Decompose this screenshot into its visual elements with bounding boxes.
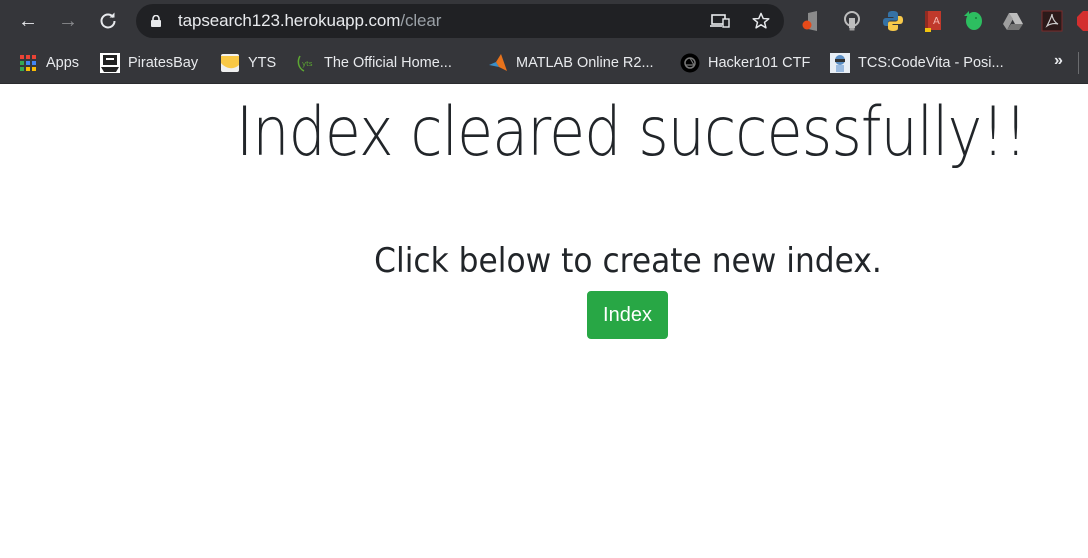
page-content: Index cleared successfully!! Click below… [0, 85, 1088, 558]
url-host: tapsearch123.herokuapp.com [178, 11, 401, 30]
svg-text:A: A [933, 16, 940, 27]
bookmark-piratesbay[interactable]: PiratesBay [100, 51, 198, 75]
bookmark-label: The Official Home... [324, 55, 452, 71]
browser-toolbar: ← → tapsearch123.herokuapp.com/clear A [0, 0, 1088, 42]
index-button[interactable]: Index [587, 291, 668, 339]
cast-device-icon[interactable] [710, 12, 730, 30]
bookmarks-separator [1078, 52, 1079, 74]
lock-icon [151, 15, 161, 27]
bookmark-star-icon[interactable] [751, 12, 771, 30]
book-icon[interactable]: A [922, 10, 944, 32]
bookmark-codevita[interactable]: TCS:CodeVita - Posi... [830, 51, 1004, 75]
apps-grid-icon [20, 55, 36, 71]
acrobat-icon[interactable] [1041, 10, 1063, 32]
hacker101-icon [680, 53, 700, 73]
google-drive-icon[interactable] [1002, 10, 1024, 32]
address-bar[interactable]: tapsearch123.herokuapp.com/clear [136, 4, 784, 38]
bookmark-label: Hacker101 CTF [708, 55, 811, 71]
yts-green-icon: yts [297, 55, 313, 72]
bookmark-label: MATLAB Online R2... [516, 55, 654, 71]
bookmark-label: YTS [248, 55, 277, 71]
reload-button[interactable] [94, 7, 122, 35]
bookmarks-bar: Apps PiratesBay YTS yts The Official Hom… [0, 42, 1088, 84]
bookmark-matlab[interactable]: MATLAB Online R2... [488, 51, 654, 75]
adblock-icon[interactable] [1076, 10, 1088, 32]
bookmark-label: TCS:CodeVita - Posi... [858, 55, 1004, 71]
forward-button[interactable]: → [54, 7, 82, 35]
bookmark-apps[interactable]: Apps [18, 51, 79, 75]
svg-text:yts: yts [302, 60, 313, 68]
yts-icon [221, 54, 239, 72]
bookmark-label: PiratesBay [128, 55, 199, 71]
python-icon[interactable] [882, 10, 904, 32]
page-title: Index cleared successfully!! [236, 93, 1027, 172]
office-icon[interactable] [800, 10, 822, 32]
bookmark-yts[interactable]: YTS [220, 51, 276, 75]
back-arrow-icon: ← [18, 9, 38, 32]
url-path: /clear [400, 11, 442, 30]
codevita-icon [830, 53, 850, 73]
page-subtitle: Click below to create new index. [374, 241, 882, 281]
reload-icon [100, 12, 116, 29]
more-bookmarks-button[interactable]: » [1054, 52, 1063, 70]
matlab-icon [489, 54, 507, 71]
lightbulb-icon[interactable] [841, 10, 863, 32]
url-text[interactable]: tapsearch123.herokuapp.com/clear [178, 11, 441, 31]
back-button[interactable]: ← [14, 7, 42, 35]
bookmark-official-home[interactable]: yts The Official Home... [296, 51, 452, 75]
forward-arrow-icon: → [58, 9, 78, 32]
pirate-ship-icon [100, 53, 120, 73]
bookmark-hacker101[interactable]: Hacker101 CTF [680, 51, 810, 75]
evernote-icon[interactable] [962, 10, 984, 32]
bookmark-label: Apps [46, 55, 80, 71]
